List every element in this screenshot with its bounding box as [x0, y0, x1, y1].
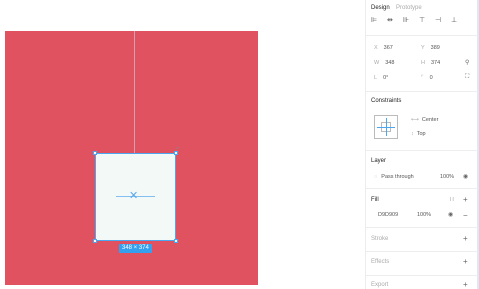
add-stroke-icon[interactable]: + — [463, 234, 468, 243]
divider — [366, 35, 478, 36]
divider — [366, 188, 478, 189]
resize-handle-top-left[interactable] — [93, 151, 97, 155]
horizontal-constraint-select[interactable]: ⟷ Center — [411, 117, 438, 123]
constrain-proportions-icon[interactable]: ⚲ — [465, 59, 469, 66]
independent-corners-icon[interactable]: ⛶ — [465, 74, 469, 81]
height-field[interactable]: H 374 — [421, 60, 440, 66]
export-title: Export — [371, 282, 389, 288]
add-export-icon[interactable]: + — [463, 280, 468, 289]
resize-handle-bottom-left[interactable] — [93, 239, 97, 243]
divider — [366, 227, 478, 228]
constraint-widget[interactable] — [374, 115, 398, 139]
align-center-v-icon[interactable]: ⊣ — [435, 17, 442, 24]
divider — [366, 150, 478, 151]
rotation-field[interactable]: L 0° — [374, 75, 388, 81]
remove-fill-icon[interactable]: − — [463, 211, 468, 220]
add-fill-icon[interactable]: + — [463, 195, 468, 204]
tab-design[interactable]: Design — [371, 5, 390, 11]
divider — [366, 275, 478, 276]
eye-icon[interactable]: ◉ — [463, 173, 468, 180]
align-top-icon[interactable]: ⊤ — [419, 17, 426, 24]
corner-radius-field[interactable]: ⌜ 0 — [421, 75, 433, 81]
artboard[interactable]: ✕ ⌐ 348 × 374 — [5, 31, 258, 285]
style-grid-icon[interactable]: ∷ — [450, 196, 454, 203]
fill-hex-field[interactable]: D9D909 — [378, 212, 398, 218]
size-badge: 348 × 374 — [119, 244, 152, 253]
canvas[interactable]: ✕ ⌐ 348 × 374 — [0, 0, 365, 289]
fill-title: Fill — [371, 197, 379, 203]
y-field[interactable]: Y 389 — [421, 45, 440, 51]
constraints-title: Constraints — [371, 98, 402, 104]
divider — [366, 91, 478, 92]
resize-handle-bottom-right[interactable] — [174, 239, 178, 243]
center-marker-icon: ✕ — [129, 190, 139, 202]
vertical-constraint-select[interactable]: ↕ Top — [411, 131, 426, 137]
effects-title: Effects — [371, 259, 390, 265]
x-field[interactable]: X 367 — [374, 45, 393, 51]
layer-title: Layer — [371, 158, 387, 164]
align-center-h-icon[interactable]: ⇹ — [387, 17, 394, 24]
width-field[interactable]: W 348 — [374, 60, 394, 66]
divider — [366, 251, 478, 252]
properties-panel: Design Prototype ⊫ ⇹ ⊪ ⊤ ⊣ ⊥ X 367 Y 389 W… — [365, 0, 479, 289]
constraint-vertical-line[interactable] — [386, 118, 387, 136]
fill-opacity-field[interactable]: 100% — [417, 212, 431, 218]
blend-mode-select[interactable]: ◌ Pass through — [374, 174, 414, 180]
align-bottom-icon[interactable]: ⊥ — [451, 17, 458, 24]
align-left-icon[interactable]: ⊫ — [371, 17, 378, 24]
layer-opacity-field[interactable]: 100% — [440, 174, 454, 180]
align-right-icon[interactable]: ⊪ — [403, 17, 410, 24]
rotate-cursor-icon[interactable]: ⌐ — [176, 145, 180, 152]
tab-prototype[interactable]: Prototype — [396, 5, 422, 11]
alignment-toolbar: ⊫ ⇹ ⊪ ⊤ ⊣ ⊥ — [371, 17, 458, 24]
center-guide-line — [134, 31, 135, 153]
selected-frame[interactable]: ✕ — [93, 151, 178, 243]
eye-icon[interactable]: ◉ — [448, 211, 453, 218]
add-effect-icon[interactable]: + — [463, 257, 468, 266]
stroke-title: Stroke — [371, 236, 389, 242]
